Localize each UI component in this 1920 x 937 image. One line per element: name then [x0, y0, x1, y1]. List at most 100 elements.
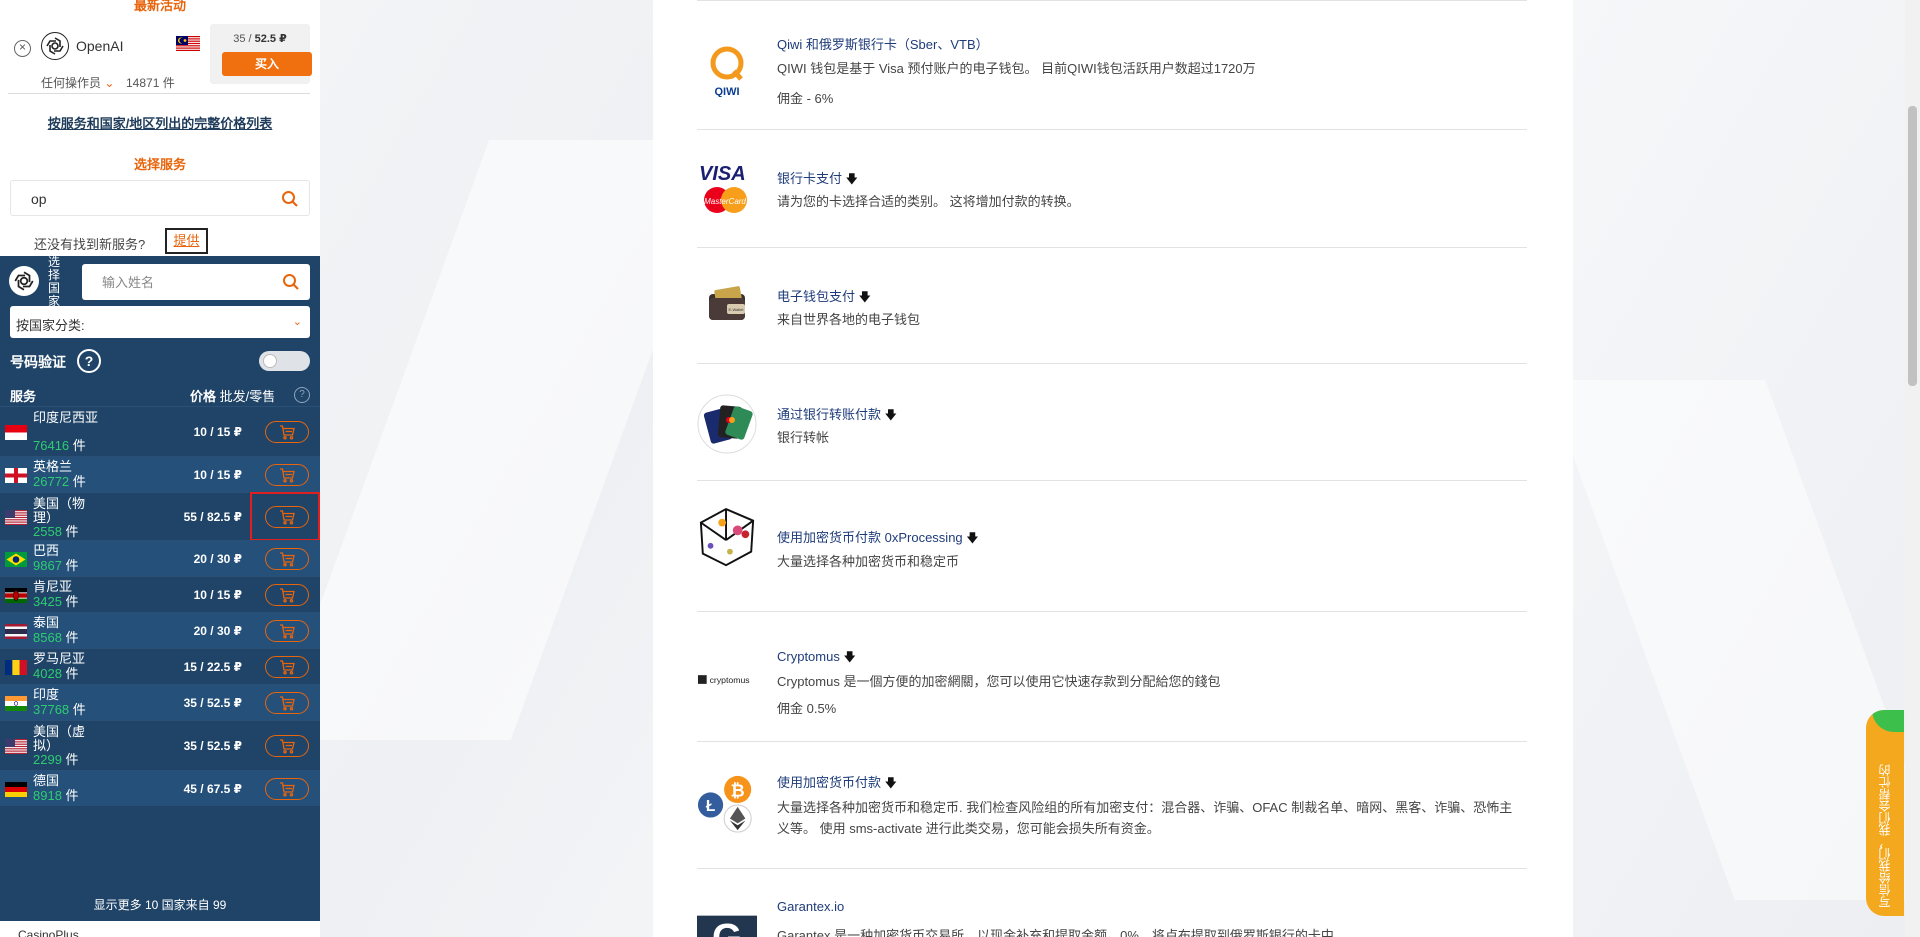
add-to-cart-button[interactable]	[265, 656, 309, 678]
scrollbar-thumb[interactable]	[1908, 106, 1917, 386]
country-row[interactable]: 巴西 9867 件 20 / 30 ₽	[0, 540, 320, 576]
payment-method-fee: 佣金 0.5%	[777, 701, 837, 716]
country-row[interactable]: 泰国 8568 件 20 / 30 ₽	[0, 612, 320, 648]
country-flag-icon	[5, 782, 27, 797]
cart-icon	[280, 739, 295, 754]
country-price: 45 / 67.5 ₽	[183, 782, 242, 796]
help-icon[interactable]: ?	[294, 387, 310, 403]
add-to-cart-button[interactable]	[265, 421, 309, 443]
cart-icon	[280, 552, 295, 567]
add-to-cart-button[interactable]	[265, 464, 309, 486]
arrow-down-icon: 🡇	[884, 776, 897, 790]
svg-text:G: G	[712, 916, 742, 937]
country-search-field[interactable]	[82, 264, 310, 300]
country-name: 罗马尼亚	[33, 651, 86, 666]
country-flag-icon	[5, 510, 27, 525]
cryptomus-logo-icon: cryptomus	[697, 650, 757, 710]
next-service-item[interactable]: CasinoPlus	[18, 928, 79, 937]
country-price: 20 / 30 ₽	[193, 552, 242, 566]
full-price-list-link[interactable]: 按服务和国家/地区列出的完整价格列表	[0, 113, 320, 132]
sidebar: 最新活动 × OpenAI 35 / 52.5 ₽ 买入 任何操作员 ⌄ 148…	[0, 0, 320, 937]
add-to-cart-button[interactable]	[265, 584, 309, 606]
payment-method-description: 请为您的卡选择合适的类别。 这将增加付款的转换。	[777, 194, 1080, 209]
add-to-cart-button[interactable]	[265, 735, 309, 757]
cart-icon	[280, 588, 295, 603]
payment-method-title[interactable]: 通过银行转账付款 🡇	[777, 404, 897, 427]
buy-button[interactable]: 买入	[222, 52, 312, 76]
country-row[interactable]: 罗马尼亚 4028 件 15 / 22.5 ₽	[0, 648, 320, 684]
arrow-down-icon: 🡇	[966, 531, 979, 545]
country-count: 2558 件	[33, 524, 79, 539]
country-name: 德国	[33, 773, 60, 788]
country-row[interactable]: 印度 37768 件 35 / 52.5 ₽	[0, 684, 320, 720]
openai-logo-icon	[41, 32, 69, 60]
payment-methods-panel: QIWI Qiwi 和俄罗斯银行卡（Sber、VTB） QIWI 钱包是基于 Vi…	[653, 0, 1573, 937]
country-name: 美国（物理）	[33, 496, 86, 525]
country-flag-icon	[5, 696, 27, 711]
visa-mastercard-logo-icon: VISA MasterCard	[697, 160, 757, 220]
payment-method-title[interactable]: 电子钱包支付 🡇	[777, 286, 871, 309]
show-more-countries[interactable]: 显示更多 10 国家来自 99	[0, 896, 320, 913]
number-verify-toggle[interactable]	[259, 351, 310, 371]
country-row[interactable]: 印度尼西亚 76416 件 10 / 15 ₽	[0, 406, 320, 456]
country-price: 10 / 15 ₽	[193, 588, 242, 602]
country-row[interactable]: 德国 8918 件 45 / 67.5 ₽	[0, 770, 320, 806]
add-to-cart-button[interactable]	[265, 620, 309, 642]
support-chat-label: 写信给我们，我们会帮忙的	[1878, 764, 1892, 908]
offer-link[interactable]: 提供	[165, 228, 208, 254]
highlight-box	[250, 492, 320, 541]
garantex-logo-icon: G	[697, 905, 757, 937]
search-icon[interactable]	[282, 273, 300, 291]
country-row[interactable]: 英格兰 26772 件 10 / 15 ₽	[0, 456, 320, 492]
payment-method-cube[interactable]: 使用加密货币付款 0xProcessing 🡇 大量选择各种加密货币和稳定币	[697, 481, 1527, 612]
arrow-down-icon: 🡇	[884, 408, 897, 422]
add-to-cart-button[interactable]	[265, 778, 309, 800]
svg-text:cryptomus: cryptomus	[710, 675, 751, 685]
no-service-text: 还没有找到新服务?	[34, 237, 146, 252]
country-list: 印度尼西亚 76416 件 10 / 15 ₽ 英格兰 26772 件 10 / 15 ₽…	[0, 406, 320, 806]
payment-method-visa-mastercard[interactable]: VISA MasterCard 银行卡支付 🡇 请为您的卡选择合适的类别。 这将增加付…	[697, 130, 1527, 248]
cube-logo-icon	[697, 507, 757, 571]
close-icon[interactable]: ×	[14, 40, 31, 57]
payment-method-garantex[interactable]: G Garantex.io Garantex 是一种加密货币交易所，以现金补充和提…	[697, 869, 1527, 937]
support-chat-tab[interactable]: 写信给我们，我们会帮忙的	[1866, 710, 1904, 916]
service-search-input[interactable]: op	[10, 180, 310, 216]
add-to-cart-button[interactable]	[265, 548, 309, 570]
country-price: 15 / 22.5 ₽	[183, 660, 242, 674]
country-count: 37768 件	[33, 702, 86, 717]
payment-method-qiwi[interactable]: QIWI Qiwi 和俄罗斯银行卡（Sber、VTB） QIWI 钱包是基于 Vi…	[697, 0, 1527, 130]
help-icon[interactable]: ?	[77, 349, 101, 373]
payment-method-title[interactable]: 银行卡支付 🡇	[777, 168, 858, 191]
country-sort-select[interactable]: 按国家分类: ⌄	[10, 306, 310, 338]
operator-select[interactable]: 任何操作员 ⌄	[41, 74, 114, 91]
payment-method-bank-cards[interactable]: 通过银行转账付款 🡇 银行转帐	[697, 364, 1527, 481]
country-row[interactable]: 美国（物理） 2558 件 55 / 82.5 ₽	[0, 492, 320, 541]
country-flag-icon	[5, 468, 27, 483]
country-search-input[interactable]	[102, 273, 272, 291]
page-scrollbar[interactable]	[1905, 0, 1920, 937]
cart-icon	[280, 624, 295, 639]
payment-method-title[interactable]: Qiwi 和俄罗斯银行卡（Sber、VTB）	[777, 34, 989, 53]
column-price-header: 价格 批发/零售	[190, 389, 276, 404]
activity-count: 14871 件	[126, 76, 175, 90]
country-row[interactable]: 美国（虚拟） 2299 件 35 / 52.5 ₽	[0, 720, 320, 770]
activity-card: × OpenAI 35 / 52.5 ₽ 买入 任何操作员 ⌄ 14871 件	[8, 24, 312, 94]
payment-method-title[interactable]: 使用加密货币付款 0xProcessing 🡇	[777, 527, 979, 550]
country-name: 肯尼亚	[33, 579, 73, 594]
background-shape	[1545, 380, 1920, 900]
payment-method-title[interactable]: 使用加密货币付款 🡇	[777, 772, 897, 795]
payment-method-fee: 佣金 - 6%	[777, 91, 834, 106]
search-icon[interactable]	[281, 190, 299, 208]
add-to-cart-button[interactable]	[265, 692, 309, 714]
country-name: 美国（虚拟）	[33, 724, 86, 753]
payment-method-cryptomus[interactable]: cryptomus Cryptomus 🡇 Cryptomus 是一個方便的加密網關…	[697, 612, 1527, 742]
activity-price-box: 35 / 52.5 ₽ 买入	[210, 24, 312, 84]
payment-method-title[interactable]: Cryptomus 🡇	[777, 648, 856, 669]
payment-method-description: Cryptomus 是一個方便的加密網關，您可以使用它快速存款到分配給您的錢包	[777, 674, 1221, 689]
payment-method-title[interactable]: Garantex.io	[777, 899, 844, 914]
payment-method-wallet[interactable]: E-Wallet 电子钱包支付 🡇 来自世界各地的电子钱包	[697, 248, 1527, 364]
country-row[interactable]: 肯尼亚 3425 件 10 / 15 ₽	[0, 576, 320, 612]
activity-price: 35 / 52.5 ₽	[233, 33, 287, 45]
payment-method-crypto-coins[interactable]: Ł ₿ 使用加密货币付款 🡇 大量选择各种加密货币和稳定币. 我们检查风险组的所有加密…	[697, 742, 1527, 869]
activity-title: 最新活动	[133, 0, 186, 13]
